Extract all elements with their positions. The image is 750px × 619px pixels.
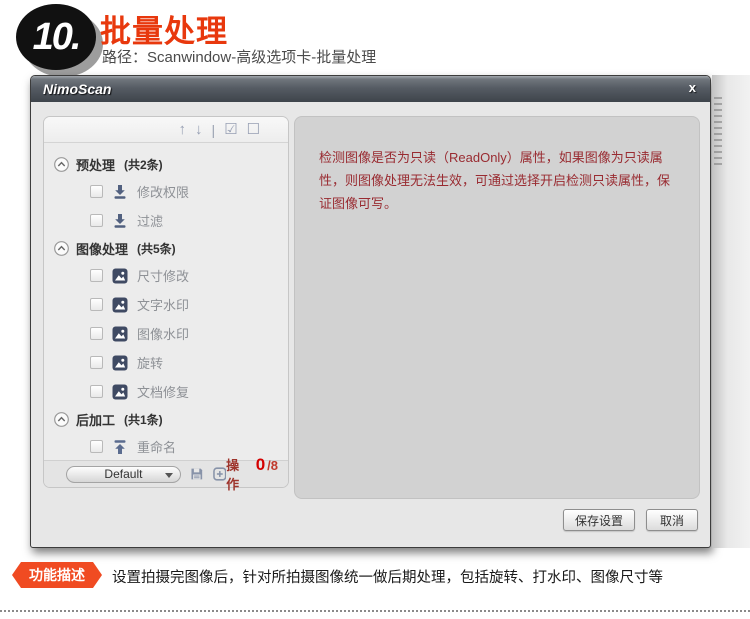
panel-footer: Default 操作 0 /8 bbox=[44, 460, 288, 487]
image-icon bbox=[112, 268, 128, 284]
image-icon bbox=[112, 384, 128, 400]
list-item-resize[interactable]: 尺寸修改 bbox=[44, 261, 288, 290]
group-label: 图像处理 bbox=[76, 239, 128, 258]
chevron-down-icon bbox=[165, 473, 173, 478]
detail-panel: 检测图像是否为只读（ReadOnly）属性，如果图像为只读属性，则图像处理无法生… bbox=[294, 116, 700, 499]
image-icon bbox=[112, 355, 128, 371]
add-preset-icon[interactable] bbox=[213, 467, 227, 481]
task-tree: 预处理 (共2条) 修改权限 过滤 bbox=[44, 143, 288, 461]
list-item-text-watermark[interactable]: 文字水印 bbox=[44, 290, 288, 319]
operations-counter: 操作 0 /8 bbox=[226, 455, 278, 493]
image-icon bbox=[112, 326, 128, 342]
page-title: 批量处理 bbox=[100, 6, 228, 51]
chevron-up-circle-icon[interactable] bbox=[54, 241, 69, 256]
breadcrumb-path: 路径：Scanwindow-高级选项卡-批量处理 bbox=[102, 46, 376, 67]
page-header: 10. 批量处理 路径：Scanwindow-高级选项卡-批量处理 bbox=[0, 0, 750, 75]
background-window-detail bbox=[714, 97, 722, 167]
ops-current-count: 0 bbox=[256, 455, 265, 475]
titlebar[interactable]: NimoScan x bbox=[31, 76, 710, 102]
item-label: 修改权限 bbox=[137, 182, 189, 201]
list-toolbar: ↑ ↓ | ☑ ☐ bbox=[44, 117, 288, 143]
save-preset-icon[interactable] bbox=[190, 467, 204, 481]
move-up-icon[interactable]: ↑ bbox=[178, 122, 186, 137]
dialog-actions: 保存设置 取消 bbox=[563, 509, 698, 531]
background-window-sliver bbox=[712, 75, 750, 548]
image-icon bbox=[112, 297, 128, 313]
item-checkbox[interactable] bbox=[90, 269, 103, 282]
window-title: NimoScan bbox=[31, 81, 111, 97]
item-checkbox[interactable] bbox=[90, 327, 103, 340]
save-settings-button[interactable]: 保存设置 bbox=[563, 509, 635, 531]
item-checkbox[interactable] bbox=[90, 298, 103, 311]
item-label: 文档修复 bbox=[137, 382, 189, 401]
list-item-rotate[interactable]: 旋转 bbox=[44, 348, 288, 377]
close-icon[interactable]: x bbox=[689, 80, 696, 95]
step-number-badge: 10. bbox=[16, 4, 96, 70]
nimoscan-dialog: NimoScan x ↑ ↓ | ☑ ☐ 预处理 (共2条) bbox=[30, 75, 711, 548]
preset-value: Default bbox=[104, 467, 142, 481]
ops-label: 操作 bbox=[226, 455, 251, 493]
chevron-up-circle-icon[interactable] bbox=[54, 412, 69, 427]
check-all-icon[interactable]: ☑ bbox=[224, 122, 237, 137]
group-header-postprocess[interactable]: 后加工 (共1条) bbox=[44, 406, 288, 432]
group-count: (共2条) bbox=[124, 156, 163, 173]
dotted-divider bbox=[0, 610, 750, 612]
feature-description-text: 设置拍摄完图像后，针对所拍摄图像统一做后期处理，包括旋转、打水印、图像尺寸等 bbox=[112, 566, 663, 587]
item-checkbox[interactable] bbox=[90, 440, 103, 453]
uncheck-all-icon[interactable]: ☐ bbox=[247, 122, 260, 137]
item-label: 文字水印 bbox=[137, 295, 189, 314]
download-icon bbox=[112, 184, 128, 200]
ops-total-count: /8 bbox=[267, 458, 278, 473]
list-item-filter[interactable]: 过滤 bbox=[44, 206, 288, 235]
preset-dropdown[interactable]: Default bbox=[66, 466, 181, 483]
group-count: (共5条) bbox=[137, 240, 176, 257]
item-label: 图像水印 bbox=[137, 324, 189, 343]
item-checkbox[interactable] bbox=[90, 214, 103, 227]
toolbar-separator: | bbox=[211, 122, 215, 138]
item-label: 过滤 bbox=[137, 211, 163, 230]
feature-description-badge: 功能描述 bbox=[12, 562, 102, 588]
readonly-warning-text: 检测图像是否为只读（ReadOnly）属性，如果图像为只读属性，则图像处理无法生… bbox=[295, 117, 699, 215]
group-label: 后加工 bbox=[76, 410, 115, 429]
upload-icon bbox=[112, 439, 128, 455]
item-label: 旋转 bbox=[137, 353, 163, 372]
list-item-image-watermark[interactable]: 图像水印 bbox=[44, 319, 288, 348]
download-icon bbox=[112, 213, 128, 229]
group-header-image-process[interactable]: 图像处理 (共5条) bbox=[44, 235, 288, 261]
group-label: 预处理 bbox=[76, 155, 115, 174]
item-checkbox[interactable] bbox=[90, 185, 103, 198]
item-checkbox[interactable] bbox=[90, 385, 103, 398]
item-label: 尺寸修改 bbox=[137, 266, 189, 285]
group-count: (共1条) bbox=[124, 411, 163, 428]
task-list-panel: ↑ ↓ | ☑ ☐ 预处理 (共2条) 修改权 bbox=[43, 116, 289, 488]
cancel-button[interactable]: 取消 bbox=[646, 509, 698, 531]
item-label: 重命名 bbox=[137, 437, 176, 456]
list-item-modify-permission[interactable]: 修改权限 bbox=[44, 177, 288, 206]
chevron-up-circle-icon[interactable] bbox=[54, 157, 69, 172]
move-down-icon[interactable]: ↓ bbox=[195, 122, 203, 137]
group-header-preprocess[interactable]: 预处理 (共2条) bbox=[44, 151, 288, 177]
list-item-doc-repair[interactable]: 文档修复 bbox=[44, 377, 288, 406]
item-checkbox[interactable] bbox=[90, 356, 103, 369]
